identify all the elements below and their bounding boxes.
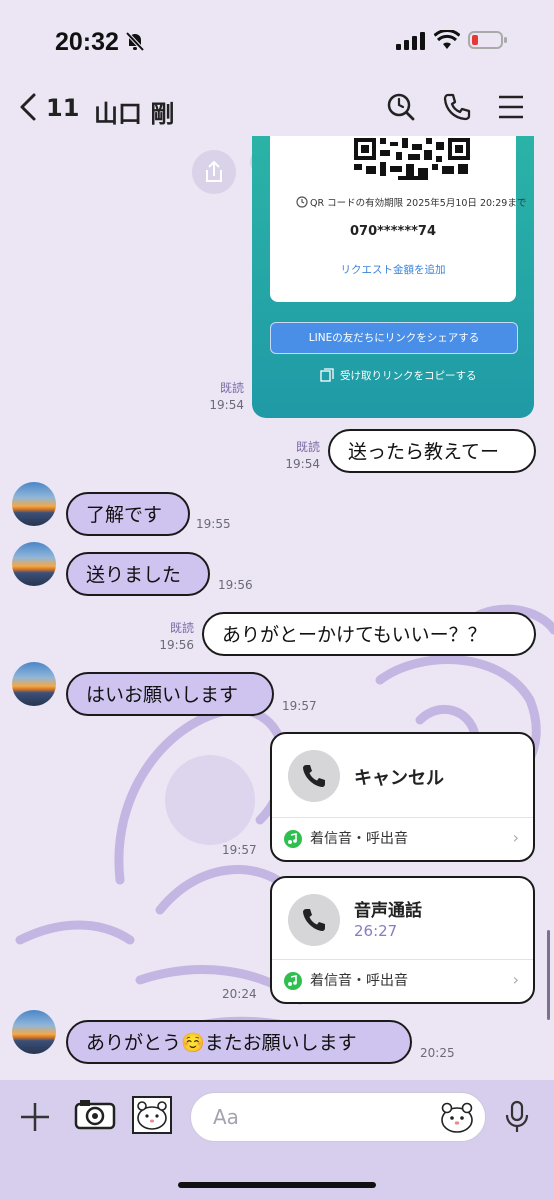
- music-note-icon: [284, 972, 302, 990]
- contact-avatar[interactable]: [12, 542, 56, 586]
- call-cancel-card[interactable]: キャンセル 着信音・呼出音 ›: [270, 732, 535, 862]
- scrollbar[interactable]: [547, 930, 550, 1020]
- call-icon-circle: [288, 894, 340, 946]
- share-button[interactable]: [192, 150, 236, 194]
- message-time: 20:24: [222, 987, 257, 1001]
- mute-bell-icon: [125, 31, 145, 52]
- ringtone-label: 着信音・呼出音: [310, 973, 408, 989]
- battery-icon: [468, 31, 507, 49]
- phone-number: 070******74: [349, 224, 437, 239]
- message-time: 19:56: [159, 638, 194, 652]
- back-chevron-icon[interactable]: [18, 92, 38, 122]
- voice-call-card[interactable]: 音声通話 26:27 着信音・呼出音 ›: [270, 876, 535, 1004]
- incoming-message[interactable]: 送りました: [66, 552, 210, 596]
- read-receipt: 既読: [295, 440, 320, 454]
- ringtone-row[interactable]: 着信音・呼出音 ›: [272, 817, 533, 860]
- copy-link-button[interactable]: 受け取りリンクをコピーする: [340, 368, 477, 383]
- message-time: 19:54: [209, 398, 244, 412]
- call-icon-circle: [288, 750, 340, 802]
- sticker-icon[interactable]: [132, 1096, 172, 1134]
- message-input[interactable]: Aa: [190, 1092, 486, 1142]
- message-time: 19:56: [218, 578, 253, 592]
- status-time: 20:32: [55, 28, 119, 56]
- call-duration: 26:27: [354, 922, 398, 940]
- contact-avatar[interactable]: [12, 482, 56, 526]
- qr-expiry-text: QR コードの有効期限 2025年5月10日 20:29まで: [310, 198, 527, 209]
- sticker-picker-icon[interactable]: [437, 1097, 477, 1137]
- contact-avatar[interactable]: [12, 1010, 56, 1054]
- message-input-placeholder: Aa: [213, 1105, 239, 1129]
- contact-name: 山口 剛: [94, 100, 175, 128]
- incoming-message[interactable]: はいお願いします: [66, 672, 274, 716]
- payment-request-card[interactable]: QR コードの有効期限 2025年5月10日 20:29まで 070******…: [252, 136, 534, 418]
- copy-icon: [320, 368, 334, 382]
- ringtone-row[interactable]: 着信音・呼出音 ›: [272, 959, 533, 1002]
- qr-code-image: [350, 136, 474, 180]
- camera-icon[interactable]: [74, 1096, 116, 1132]
- microphone-icon[interactable]: [504, 1100, 530, 1134]
- message-time: 20:25: [420, 1046, 455, 1060]
- qr-panel: QR コードの有効期限 2025年5月10日 20:29まで 070******…: [270, 136, 526, 302]
- incoming-message[interactable]: ありがとう☺️またお願いします: [66, 1020, 412, 1064]
- phone-icon: [303, 765, 325, 787]
- read-receipt: 既読: [219, 381, 244, 395]
- message-meta: 既読 19:54: [272, 439, 320, 473]
- message-time: 19:57: [282, 699, 317, 713]
- request-amount-link[interactable]: リクエスト金額を追加: [270, 262, 516, 277]
- chevron-right-icon: ›: [512, 970, 519, 989]
- phone-call-icon[interactable]: [442, 92, 472, 122]
- music-note-icon: [284, 830, 302, 848]
- back-unread-count[interactable]: 11: [46, 94, 79, 122]
- message-time: 19:55: [196, 517, 231, 531]
- ringtone-label: 着信音・呼出音: [310, 831, 408, 847]
- message-meta: 既読 19:54: [196, 380, 244, 414]
- wifi-icon: [434, 30, 460, 49]
- call-type-title: 音声通話: [354, 901, 422, 921]
- message-meta: 既読 19:56: [146, 620, 194, 654]
- share-link-button[interactable]: LINEの友だちにリンクをシェアする: [270, 322, 518, 354]
- chevron-right-icon: ›: [512, 828, 519, 847]
- plus-icon[interactable]: [18, 1100, 52, 1134]
- message-time: 19:57: [222, 843, 257, 857]
- phone-icon: [303, 909, 325, 931]
- call-status-title: キャンセル: [354, 768, 444, 789]
- incoming-message[interactable]: 了解です: [66, 492, 190, 536]
- signal-icon: [396, 32, 425, 50]
- outgoing-message[interactable]: 送ったら教えてー: [328, 429, 536, 473]
- contact-avatar[interactable]: [12, 662, 56, 706]
- menu-icon[interactable]: [498, 94, 524, 120]
- message-time: 19:54: [285, 457, 320, 471]
- read-receipt: 既読: [169, 621, 194, 635]
- share-icon: [206, 160, 222, 182]
- outgoing-message[interactable]: ありがとーかけてもいいー？？: [202, 612, 536, 656]
- search-icon[interactable]: [386, 92, 416, 122]
- home-indicator: [178, 1182, 376, 1188]
- clock-icon: [296, 196, 308, 208]
